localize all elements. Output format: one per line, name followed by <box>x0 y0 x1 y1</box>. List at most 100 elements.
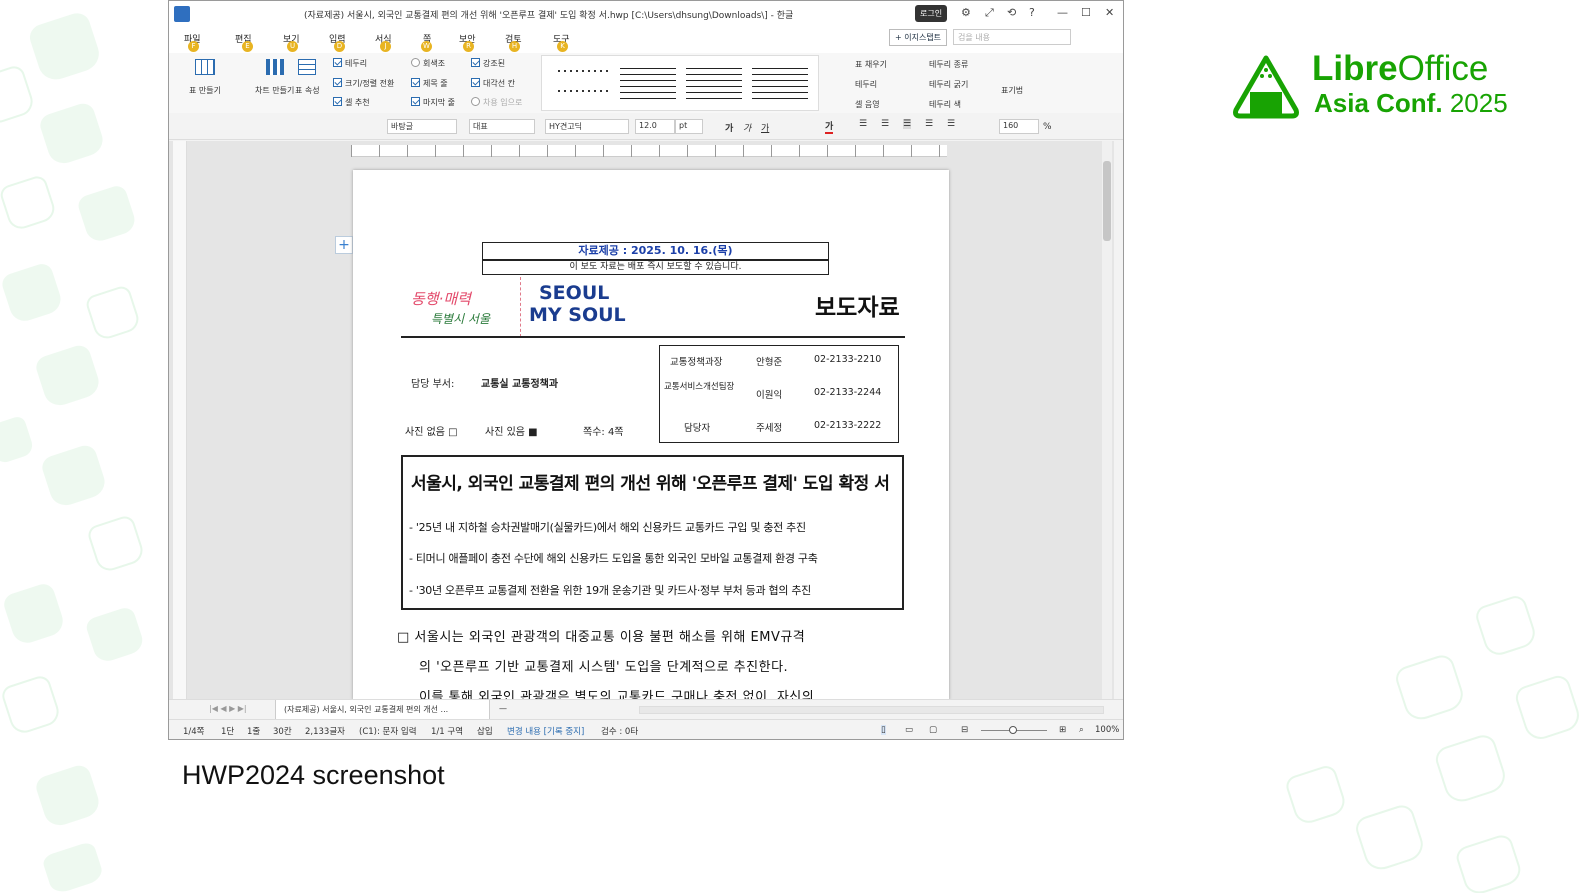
horizontal-ruler <box>351 145 947 157</box>
release-date: 자료제공 : 2025. 10. 16.(목) <box>482 242 829 260</box>
tool-icon[interactable]: ⚙ <box>961 6 971 19</box>
status-track[interactable]: 변경 내용 [기록 중지] <box>507 725 584 737</box>
assistant-button[interactable]: + 이지스탭트 <box>889 29 948 46</box>
distribute-icon[interactable]: ☰ <box>947 119 955 129</box>
font-select[interactable]: HY견고딕 <box>545 119 629 134</box>
minimize-button[interactable]: — <box>1057 6 1068 19</box>
search-input[interactable]: 검을 내용 <box>953 29 1071 45</box>
table-style-option[interactable] <box>620 64 676 104</box>
line-spacing-input[interactable]: 160 <box>999 119 1039 134</box>
border-color-button[interactable]: 테두리 색 <box>929 99 961 110</box>
checkbox-diagonal[interactable]: 대각선 칸 <box>471 78 515 89</box>
zoom-in-icon[interactable]: ⊞ <box>1059 725 1066 735</box>
underline-button[interactable]: 가 <box>761 121 769 134</box>
checkbox-border[interactable]: 테두리 <box>333 58 367 69</box>
checkbox-emphasis[interactable]: 강조된 <box>471 58 505 69</box>
menu-bar: 파일 F 편집 E 보기 U 입력 D 서식 J 쪽 W 보안 R 검토 H 도… <box>169 27 1123 53</box>
checkbox-apply[interactable]: 차용 입으로 <box>471 97 522 108</box>
table-style-gallery[interactable] <box>541 55 819 111</box>
table-style-option[interactable] <box>752 64 808 104</box>
border-button[interactable]: 테두리 <box>855 79 877 90</box>
decor-shape <box>1473 593 1539 659</box>
close-button[interactable]: ✕ <box>1105 6 1114 19</box>
align-justify-icon[interactable]: ☰ <box>903 119 912 129</box>
align-center-icon[interactable]: ☰ <box>881 119 889 129</box>
new-tab-button[interactable]: — <box>499 704 507 713</box>
border-weight-button[interactable]: 테두리 굵기 <box>929 79 968 90</box>
contact-name: 주세정 <box>756 423 783 434</box>
login-button[interactable]: 로그인 <box>915 5 948 22</box>
hwp-app-icon <box>174 6 190 22</box>
decor-shape <box>75 183 139 245</box>
help-icon[interactable]: ? <box>1029 6 1035 19</box>
view-page-icon[interactable]: ▢ <box>929 725 937 735</box>
undo-history-icon[interactable]: ⟲ <box>1007 6 1016 19</box>
headline-box: 서울시, 외국인 교통결제 편의 개선 위해 '오픈루프 결제' 도입 확정 서… <box>401 455 904 610</box>
decor-shape <box>37 100 107 168</box>
cell-shade-button[interactable]: 셀 음영 <box>855 99 880 110</box>
table-create-button[interactable]: 표 만들기 <box>189 59 221 96</box>
tab-document[interactable]: (자료제공) 서울시, 외국인 교통결제 편의 개선 ... <box>275 700 490 720</box>
bold-button[interactable]: 가 <box>725 121 733 134</box>
document-page: 자료제공 : 2025. 10. 16.(목) 이 보도 자료는 배포 즉시 보… <box>353 170 949 700</box>
decor-shape <box>0 173 58 233</box>
decor-shape <box>41 840 105 893</box>
checkbox-gray[interactable]: 회색조 <box>411 58 445 69</box>
menu-key-badge: K <box>557 41 568 52</box>
table-style-option[interactable] <box>554 70 610 72</box>
tab-nav-icon[interactable]: |◀ ◀ ▶ ▶| <box>209 704 247 713</box>
italic-button[interactable]: 가 <box>743 121 751 134</box>
notation-button[interactable]: 표기법 <box>1001 85 1023 96</box>
status-bar: 1/4쪽 1단 1줄 30칸 2,133글자 (C1): 문자 입력 1/1 구… <box>169 719 1123 739</box>
logo-line1: LibreOffice <box>1312 49 1489 88</box>
decor-shape <box>1432 731 1510 807</box>
status-page[interactable]: 1/4쪽 <box>183 725 205 737</box>
align-left-icon[interactable]: ☰ <box>859 119 867 129</box>
font-lang-select[interactable]: 대표 <box>469 119 535 134</box>
menu-key-badge: D <box>334 41 345 52</box>
seoul-my-soul-logo: SEOUL MY SOUL <box>529 282 626 326</box>
border-type-button[interactable]: 테두리 종류 <box>929 59 968 70</box>
embargo-notice: 이 보도 자료는 배포 즉시 보도할 수 있습니다. <box>482 260 829 275</box>
chart-create-button[interactable]: 차트 만들기 <box>255 59 294 96</box>
table-style-option[interactable] <box>686 64 742 104</box>
decor-shape <box>0 261 65 325</box>
style-select[interactable]: 바탕글 <box>387 119 457 134</box>
menu-key-badge: W <box>421 41 432 52</box>
table-style-option[interactable] <box>554 90 610 92</box>
fullscreen-icon[interactable]: ⤢ <box>985 6 994 20</box>
table-fill-button[interactable]: 표 채우기 <box>855 59 887 70</box>
font-unit-select[interactable]: pt <box>675 119 703 134</box>
page-count: 쪽수: 4쪽 <box>583 427 624 438</box>
zoom-slider[interactable] <box>981 726 1047 734</box>
checkbox-cell[interactable]: 셀 추천 <box>333 97 370 108</box>
contact-name: 이원익 <box>756 390 783 401</box>
logo-line2: Asia Conf. 2025 <box>1314 88 1508 118</box>
align-right-icon[interactable]: ☰ <box>925 119 933 129</box>
horizontal-scrollbar[interactable] <box>639 706 1104 714</box>
font-color-button[interactable]: 가 <box>825 119 834 134</box>
contact-phone: 02-2133-2244 <box>814 387 882 398</box>
zoom-out-icon[interactable]: ⊟ <box>961 725 968 735</box>
add-icon[interactable]: + <box>335 236 353 254</box>
checkbox-size[interactable]: 크기/정렬 전환 <box>333 78 394 89</box>
zoom-icon[interactable]: ⌕ <box>1079 725 1084 735</box>
status-section-count: 1/1 구역 <box>431 727 464 737</box>
status-mode[interactable]: 삽입 <box>477 725 493 737</box>
headline-sub: - '30년 오픈루프 교통결제 전환을 위한 19개 운송기관 및 카드사·정… <box>409 584 811 597</box>
checkbox-title-row[interactable]: 제목 줄 <box>411 78 448 89</box>
scroll-thumb[interactable] <box>1103 161 1111 241</box>
decor-shape <box>33 342 103 410</box>
maximize-button[interactable]: ☐ <box>1081 6 1091 19</box>
slide-caption: HWP2024 screenshot <box>182 760 445 790</box>
status-line: 1줄 <box>247 727 261 737</box>
menu-key-badge: F <box>188 41 199 52</box>
zoom-level[interactable]: 100% <box>1095 725 1119 735</box>
view-web-icon[interactable]: ▭ <box>905 725 913 735</box>
view-normal-icon[interactable]: ▯ <box>881 725 886 735</box>
dept-label: 담당 부서: <box>411 379 455 390</box>
table-props-button[interactable]: 표 속성 <box>295 59 320 96</box>
checkbox-last-row[interactable]: 마지막 줄 <box>411 97 455 108</box>
font-size-input[interactable]: 12.0 <box>635 119 675 134</box>
vertical-scrollbar[interactable] <box>1102 141 1112 699</box>
